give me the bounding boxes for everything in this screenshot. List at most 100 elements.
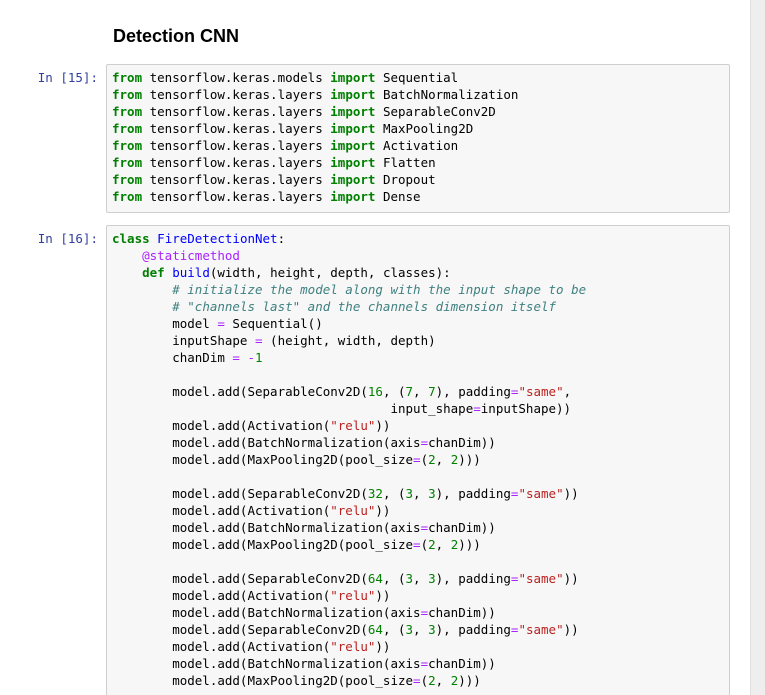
- code-token: import: [330, 189, 376, 204]
- code-line: model = Sequential(): [112, 316, 323, 331]
- code-line: @staticmethod: [112, 248, 240, 263]
- code-token: from: [112, 104, 143, 119]
- code-token: 1: [255, 350, 263, 365]
- code-token: chanDim: [112, 350, 233, 365]
- code-token: ,: [413, 622, 429, 637]
- code-line: chanDim = -1: [112, 350, 263, 365]
- code-token: model.add(Activation(: [112, 639, 331, 654]
- code-token: "same": [518, 486, 564, 501]
- code-input-area[interactable]: from tensorflow.keras.models import Sequ…: [106, 64, 730, 213]
- code-token: model.add(BatchNormalization(axis: [112, 435, 421, 450]
- code-token: def: [142, 265, 165, 280]
- code-token: 3: [405, 486, 414, 501]
- code-token: , (: [382, 486, 406, 501]
- code-token: (width, height, depth, classes):: [209, 265, 451, 280]
- code-editor[interactable]: class FireDetectionNet: @staticmethod de…: [107, 226, 729, 693]
- code-token: from: [112, 70, 143, 85]
- code-line: model.add(BatchNormalization(axis=chanDi…: [112, 520, 496, 535]
- code-token: input_shape: [112, 401, 474, 416]
- code-token: ), padding: [435, 486, 511, 501]
- code-token: import: [330, 121, 376, 136]
- code-token: model.add(SeparableConv2D(: [112, 486, 368, 501]
- code-token: import: [330, 155, 376, 170]
- code-token: 3: [428, 571, 436, 586]
- code-token: BatchNormalization: [375, 87, 519, 102]
- code-token: 7: [405, 384, 414, 399]
- code-line: from tensorflow.keras.layers import Flat…: [112, 155, 436, 170]
- code-token: =: [255, 333, 263, 348]
- code-line: model.add(Activation("relu")): [112, 639, 390, 654]
- code-token: 2: [428, 537, 436, 552]
- code-token: import: [330, 138, 376, 153]
- code-token: :: [277, 231, 286, 246]
- code-token: model.add(Activation(: [112, 503, 331, 518]
- code-editor[interactable]: from tensorflow.keras.models import Sequ…: [107, 65, 729, 209]
- cell-prompt: In [16]:: [37, 231, 98, 246]
- code-token: from: [112, 138, 143, 153]
- code-line: from tensorflow.keras.models import Sequ…: [112, 70, 458, 85]
- code-token: tensorflow.keras.layers: [142, 121, 331, 136]
- code-line: model.add(SeparableConv2D(32, (3, 3), pa…: [112, 486, 579, 501]
- code-token: 2: [428, 673, 436, 688]
- code-line: input_shape=inputShape)): [112, 401, 571, 416]
- code-token: from: [112, 155, 143, 170]
- code-token: # initialize the model along with the in…: [172, 282, 587, 297]
- code-token: 3: [428, 622, 436, 637]
- code-token: 3: [405, 571, 414, 586]
- code-token: from: [112, 87, 143, 102]
- code-token: ))): [458, 537, 481, 552]
- code-input-area[interactable]: class FireDetectionNet: @staticmethod de…: [106, 225, 730, 695]
- code-line: from tensorflow.keras.layers import Sepa…: [112, 104, 496, 119]
- code-line: from tensorflow.keras.layers import Acti…: [112, 138, 458, 153]
- code-token: ), padding: [435, 622, 511, 637]
- code-token: 64: [367, 622, 383, 637]
- code-token: tensorflow.keras.models: [142, 70, 331, 85]
- code-token: )): [563, 571, 579, 586]
- cell-prompt: In [15]:: [37, 70, 98, 85]
- code-line: model.add(Activation("relu")): [112, 503, 390, 518]
- code-token: ,: [413, 486, 429, 501]
- code-token: (height, width, depth): [262, 333, 436, 348]
- code-token: model.add(MaxPooling2D(pool_size: [112, 452, 414, 467]
- code-token: , (: [382, 571, 406, 586]
- code-token: model.add(MaxPooling2D(pool_size: [112, 537, 414, 552]
- code-token: =: [420, 520, 429, 535]
- code-line: def build(width, height, depth, classes)…: [112, 265, 451, 280]
- code-token: FireDetectionNet: [157, 231, 278, 246]
- code-token: Activation: [375, 138, 459, 153]
- code-token: =: [420, 605, 429, 620]
- code-token: Dense: [375, 189, 421, 204]
- code-token: =: [232, 350, 240, 365]
- code-token: =: [473, 401, 481, 416]
- code-line: model.add(BatchNormalization(axis=chanDi…: [112, 435, 496, 450]
- code-token: 3: [428, 486, 436, 501]
- code-token: Dropout: [375, 172, 436, 187]
- code-token: , (: [382, 622, 406, 637]
- code-token: model.add(MaxPooling2D(pool_size: [112, 673, 414, 688]
- code-token: ,: [413, 384, 429, 399]
- code-token: SeparableConv2D: [375, 104, 496, 119]
- code-token: ,: [435, 673, 451, 688]
- code-token: )): [563, 486, 579, 501]
- code-token: (: [420, 673, 429, 688]
- code-token: model: [112, 316, 218, 331]
- code-token: # "channels last" and the channels dimen…: [172, 299, 557, 314]
- code-token: ), padding: [435, 384, 511, 399]
- code-token: (: [420, 537, 429, 552]
- code-token: ,: [413, 571, 429, 586]
- code-token: =: [413, 537, 421, 552]
- code-token: from: [112, 172, 143, 187]
- code-token: )): [375, 588, 391, 603]
- code-line: class FireDetectionNet:: [112, 231, 285, 246]
- code-token: model.add(SeparableConv2D(: [112, 622, 368, 637]
- code-token: chanDim)): [428, 656, 496, 671]
- code-token: model.add(BatchNormalization(axis: [112, 605, 421, 620]
- code-token: 7: [428, 384, 436, 399]
- code-token: tensorflow.keras.layers: [142, 104, 331, 119]
- code-line: model.add(MaxPooling2D(pool_size=(2, 2))…: [112, 452, 481, 467]
- page-scrollbar[interactable]: [750, 0, 765, 695]
